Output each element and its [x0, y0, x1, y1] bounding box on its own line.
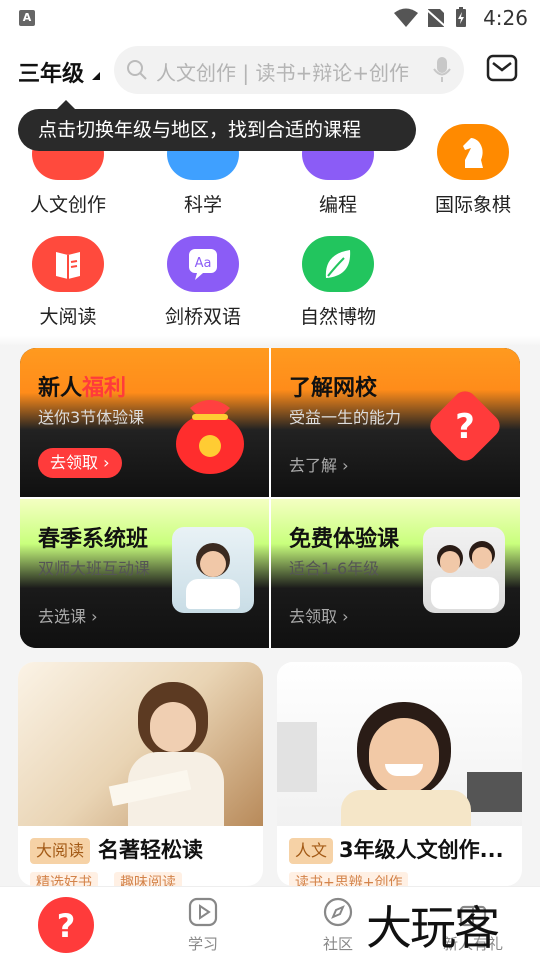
top-header: 三年级 人文创作 | 读书+辩论+创作: [0, 36, 540, 106]
course-title: 名著轻松读: [98, 838, 203, 862]
promo-about-school[interactable]: 了解网校 受益一生的能力 去了解 › ?: [271, 348, 520, 497]
no-sim-icon: [425, 8, 447, 28]
promo-title: 新人福利: [38, 376, 127, 401]
play-icon: [188, 897, 218, 927]
students-photo: [423, 527, 505, 613]
promo-title: 春季系统班: [38, 527, 149, 552]
svg-text:?: ?: [455, 407, 475, 447]
wifi-icon: [394, 8, 418, 27]
chess-knight-icon: [437, 124, 509, 180]
lucky-bag-icon: [176, 400, 244, 474]
category-bilingual[interactable]: Aa 剑桥双语: [148, 236, 258, 329]
notification-icon: A: [19, 10, 35, 26]
promo-grid: 新人福利 送你3节体验课 去领取 › 了解网校 受益一生的能力 去了解 › ? …: [20, 348, 520, 648]
promo-subtitle: 适合1-6年级: [289, 559, 380, 578]
course-card-reading[interactable]: 大阅读 名著轻松读 精选好书 趣味阅读: [18, 662, 263, 886]
promo-divider: [20, 497, 520, 499]
tab-study[interactable]: 学习: [153, 887, 253, 960]
promo-spring-class[interactable]: 春季系统班 双师大班互动课 去选课 ›: [20, 499, 269, 648]
leaf-icon: [302, 236, 374, 292]
grade-selector[interactable]: 三年级: [18, 56, 84, 88]
category-chess[interactable]: 国际象棋: [418, 124, 528, 217]
category-label: 国际象棋: [434, 194, 511, 216]
promo-subtitle: 双师大班互动课: [38, 559, 151, 578]
promo-link[interactable]: 去选课 ›: [38, 603, 98, 627]
course-image: [277, 662, 522, 826]
compass-icon: [323, 897, 353, 927]
search-bar[interactable]: 人文创作 | 读书+辩论+创作: [114, 46, 464, 94]
promo-subtitle: 受益一生的能力: [289, 408, 402, 427]
category-label: 大阅读: [39, 306, 97, 328]
battery-icon: [456, 7, 466, 27]
promo-subtitle: 送你3节体验课: [38, 408, 145, 427]
svg-text:?: ?: [57, 907, 76, 945]
svg-text:Aa: Aa: [195, 256, 212, 271]
status-bar: A 4:26: [0, 0, 540, 36]
course-chip: 读书+思辨+创作: [289, 872, 409, 886]
promo-free-trial[interactable]: 免费体验课 适合1-6年级 去领取 ›: [271, 499, 520, 648]
claim-button[interactable]: 去领取 ›: [38, 448, 122, 478]
promo-title: 了解网校: [289, 376, 378, 401]
course-image: [18, 662, 263, 826]
category-label: 自然博物: [299, 306, 376, 328]
home-logo-icon: ?: [38, 897, 94, 953]
course-tag: 人文: [289, 838, 334, 864]
category-reading[interactable]: 大阅读: [13, 236, 123, 329]
course-chip: 趣味阅读: [114, 872, 182, 886]
bilingual-icon: Aa: [167, 236, 239, 292]
student-photo: [172, 527, 254, 613]
promo-link[interactable]: 去了解 ›: [289, 452, 349, 476]
school-logo-icon: ?: [430, 391, 500, 461]
course-card-humanities[interactable]: 人文 3年级人文创作... 读书+思辨+创作: [277, 662, 522, 886]
category-label: 剑桥双语: [164, 306, 241, 328]
category-label: 人文创作: [29, 194, 106, 216]
course-tag: 大阅读: [30, 838, 91, 864]
grade-dropdown-icon[interactable]: [92, 72, 100, 80]
microphone-icon[interactable]: [432, 56, 452, 84]
category-nature[interactable]: 自然博物: [283, 236, 393, 329]
status-icons: [394, 7, 466, 28]
grade-tooltip[interactable]: 点击切换年级与地区，找到合适的课程: [18, 109, 416, 151]
search-placeholder: 人文创作 | 读书+辩论+创作: [156, 61, 409, 85]
watermark-logo: 大玩客: [366, 901, 500, 955]
search-icon: [127, 60, 147, 80]
promo-link[interactable]: 去领取 ›: [289, 603, 349, 627]
promo-title: 免费体验课: [289, 527, 400, 552]
tab-home[interactable]: ?: [18, 887, 118, 960]
book-icon: [32, 236, 104, 292]
tab-label: 学习: [187, 935, 218, 953]
message-icon[interactable]: [486, 54, 518, 82]
course-title: 3年级人文创作...: [339, 838, 504, 862]
category-label: 科学: [183, 194, 222, 216]
category-label: 编程: [318, 194, 357, 216]
course-chip: 精选好书: [30, 872, 98, 886]
promo-newcomer[interactable]: 新人福利 送你3节体验课 去领取 ›: [20, 348, 269, 497]
clock: 4:26: [483, 6, 528, 30]
